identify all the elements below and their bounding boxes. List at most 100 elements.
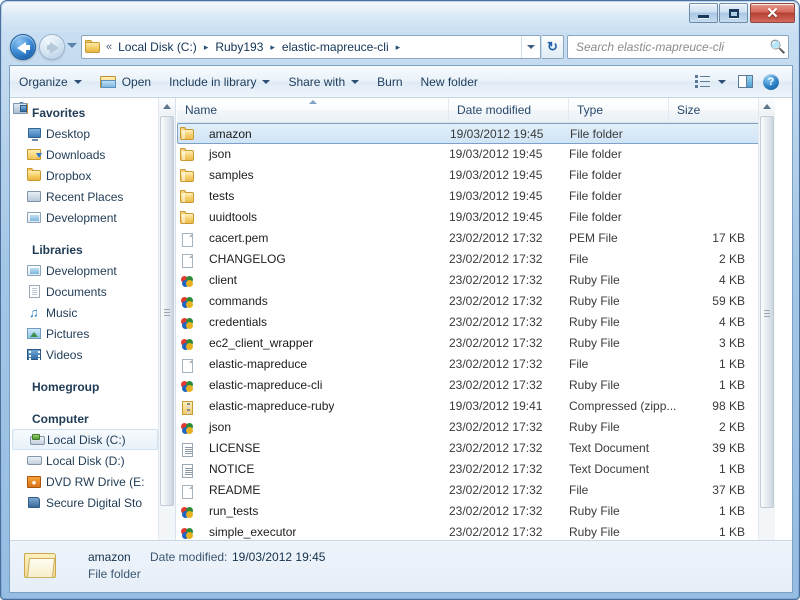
sidebar-item-music[interactable]: ♫ Music bbox=[10, 302, 160, 323]
refresh-button[interactable]: ↻ bbox=[542, 35, 564, 59]
address-bar[interactable]: « Local Disk (C:) ▸ Ruby193 ▸ elastic-ma… bbox=[81, 35, 541, 59]
table-row[interactable]: json 19/03/2012 19:45 File folder bbox=[177, 144, 775, 165]
sidebar-item-development-lib[interactable]: Development bbox=[10, 260, 160, 281]
breadcrumb-chevron-1[interactable]: ▸ bbox=[266, 41, 279, 53]
date-modified-cell: 23/02/2012 17:32 bbox=[449, 420, 543, 434]
navigation-pane-scrollbar[interactable] bbox=[158, 98, 175, 560]
table-row[interactable]: client 23/02/2012 17:32 Ruby File 4 KB bbox=[177, 270, 775, 291]
new-folder-button[interactable]: New folder bbox=[412, 70, 487, 94]
videos-icon bbox=[27, 347, 43, 362]
column-header-row: Name Date modified Type Size bbox=[177, 98, 775, 123]
chevron-down-icon bbox=[262, 79, 271, 84]
sidebar-group-computer[interactable]: Computer bbox=[10, 103, 160, 429]
file-list-view[interactable]: Name Date modified Type Size amazon 19/03… bbox=[177, 98, 775, 560]
sidebar-item-local-disk-c[interactable]: Local Disk (C:) bbox=[12, 429, 158, 450]
column-header-type[interactable]: Type bbox=[569, 98, 669, 122]
table-row[interactable]: cacert.pem 23/02/2012 17:32 PEM File 17 KB bbox=[177, 228, 775, 249]
sidebar-item-label: Videos bbox=[46, 347, 83, 362]
sidebar-item-label: Pictures bbox=[46, 326, 90, 341]
forward-button[interactable] bbox=[39, 34, 65, 60]
scroll-up-button[interactable] bbox=[759, 98, 775, 115]
document-library-icon bbox=[27, 284, 43, 299]
maximize-button[interactable] bbox=[719, 3, 748, 23]
burn-button[interactable]: Burn bbox=[368, 70, 411, 94]
table-row[interactable]: LICENSE 23/02/2012 17:32 Text Document 39 K… bbox=[177, 438, 775, 459]
open-button[interactable]: Open bbox=[91, 70, 160, 94]
sidebar-item-dvd-drive-e[interactable]: ● DVD RW Drive (E: bbox=[10, 471, 160, 492]
size-cell bbox=[669, 165, 745, 186]
sidebar-item-development-fav[interactable]: Development bbox=[10, 207, 160, 228]
navigation-pane[interactable]: ★ Favorites Desktop Downloads Dropbox bbox=[10, 98, 176, 560]
breadcrumb-overflow-icon[interactable]: « bbox=[101, 41, 115, 53]
table-row[interactable]: run_tests 23/02/2012 17:32 Ruby File 1 KB bbox=[177, 501, 775, 522]
table-row[interactable]: samples 19/03/2012 19:45 File folder bbox=[177, 165, 775, 186]
scroll-up-button[interactable] bbox=[159, 98, 175, 115]
type-cell: PEM File bbox=[569, 231, 618, 245]
sidebar-item-local-disk-d[interactable]: Local Disk (D:) bbox=[10, 450, 160, 471]
search-input[interactable]: Search elastic-mapreuce-cli bbox=[568, 40, 768, 54]
table-row[interactable]: NOTICE 23/02/2012 17:32 Text Document 1 KB bbox=[177, 459, 775, 480]
preview-pane-button[interactable] bbox=[732, 70, 758, 94]
breadcrumb-chevron-2[interactable]: ▸ bbox=[392, 41, 405, 53]
table-row[interactable]: elastic-mapreduce-cli 23/02/2012 17:32 Rub… bbox=[177, 375, 775, 396]
type-cell: File folder bbox=[570, 127, 623, 141]
column-header-name[interactable]: Name bbox=[177, 98, 449, 122]
file-name-cell: elastic-mapreduce-cli bbox=[209, 378, 323, 392]
minimize-button[interactable] bbox=[689, 3, 718, 23]
table-row[interactable]: credentials 23/02/2012 17:32 Ruby File 4 KB bbox=[177, 312, 775, 333]
size-cell: 3 KB bbox=[718, 336, 745, 350]
back-button[interactable] bbox=[10, 34, 36, 60]
table-row[interactable]: README 23/02/2012 17:32 File 37 KB bbox=[177, 480, 775, 501]
table-row[interactable]: CHANGELOG 23/02/2012 17:32 File 2 KB bbox=[177, 249, 775, 270]
drive-icon bbox=[27, 453, 43, 468]
file-list-scrollbar[interactable] bbox=[758, 98, 775, 560]
refresh-icon: ↻ bbox=[547, 39, 558, 54]
breadcrumb-item-0[interactable]: Local Disk (C:) bbox=[115, 38, 200, 56]
breadcrumb-item-1[interactable]: Ruby193 bbox=[212, 38, 266, 56]
close-button[interactable]: ✕ bbox=[750, 3, 795, 23]
table-row[interactable]: elastic-mapreduce-ruby 19/03/2012 19:41 Co… bbox=[177, 396, 775, 417]
table-row[interactable]: elastic-mapreduce 23/02/2012 17:32 File 1 K… bbox=[177, 354, 775, 375]
table-row[interactable]: uuidtools 19/03/2012 19:45 File folder bbox=[177, 207, 775, 228]
file-name-cell: json bbox=[209, 147, 232, 161]
type-cell: Text Document bbox=[569, 441, 650, 455]
file-name-cell: credentials bbox=[209, 315, 268, 329]
share-with-button[interactable]: Share with bbox=[279, 70, 368, 94]
address-dropdown-chevron-down-icon[interactable] bbox=[521, 36, 540, 58]
sidebar-item-documents[interactable]: Documents bbox=[10, 281, 160, 302]
file-name-cell: samples bbox=[209, 168, 254, 182]
share-with-label: Share with bbox=[288, 74, 346, 89]
column-header-date-modified[interactable]: Date modified bbox=[449, 98, 569, 122]
details-item-name: amazon bbox=[88, 550, 131, 564]
table-row[interactable]: amazon 19/03/2012 19:45 File folder bbox=[177, 123, 775, 144]
table-row[interactable]: ec2_client_wrapper 23/02/2012 17:32 Ruby F… bbox=[177, 333, 775, 354]
column-header-size[interactable]: Size bbox=[669, 98, 759, 122]
help-button[interactable]: ? bbox=[758, 70, 784, 94]
table-row[interactable]: commands 23/02/2012 17:32 Ruby File 59 KB bbox=[177, 291, 775, 312]
scrollbar-thumb[interactable] bbox=[760, 116, 774, 508]
size-cell: 39 KB bbox=[712, 441, 745, 455]
sidebar-group-libraries[interactable]: Libraries bbox=[10, 103, 160, 260]
sidebar-item-downloads[interactable]: Downloads bbox=[10, 144, 160, 165]
sidebar-item-recent-places[interactable]: Recent Places bbox=[10, 186, 160, 207]
scrollbar-thumb[interactable] bbox=[160, 116, 174, 506]
file-name-cell: run_tests bbox=[209, 504, 259, 518]
table-row[interactable]: json 23/02/2012 17:32 Ruby File 2 KB bbox=[177, 417, 775, 438]
search-box[interactable]: Search elastic-mapreuce-cli 🔍 bbox=[567, 35, 789, 59]
include-in-library-button[interactable]: Include in library bbox=[160, 70, 279, 94]
sidebar-item-pictures[interactable]: Pictures bbox=[10, 323, 160, 344]
sidebar-item-videos[interactable]: Videos bbox=[10, 344, 160, 365]
sidebar-group-homegroup[interactable]: Homegroup bbox=[10, 102, 160, 397]
sidebar-item-desktop[interactable]: Desktop bbox=[10, 123, 160, 144]
organize-button[interactable]: Organize bbox=[10, 70, 91, 94]
sidebar-group-favorites[interactable]: ★ Favorites bbox=[10, 101, 160, 123]
change-view-button[interactable] bbox=[689, 70, 732, 94]
size-cell: 4 KB bbox=[718, 315, 745, 329]
breadcrumb-item-2[interactable]: elastic-mapreuce-cli bbox=[279, 38, 392, 56]
sidebar-item-dropbox[interactable]: Dropbox bbox=[10, 165, 160, 186]
folder-icon bbox=[27, 168, 43, 183]
recent-pages-chevron-down-icon[interactable] bbox=[67, 43, 77, 48]
table-row[interactable]: tests 19/03/2012 19:45 File folder bbox=[177, 186, 775, 207]
sidebar-item-secure-digital-storage[interactable]: Secure Digital Sto bbox=[10, 492, 160, 513]
breadcrumb-chevron-0[interactable]: ▸ bbox=[200, 41, 213, 53]
